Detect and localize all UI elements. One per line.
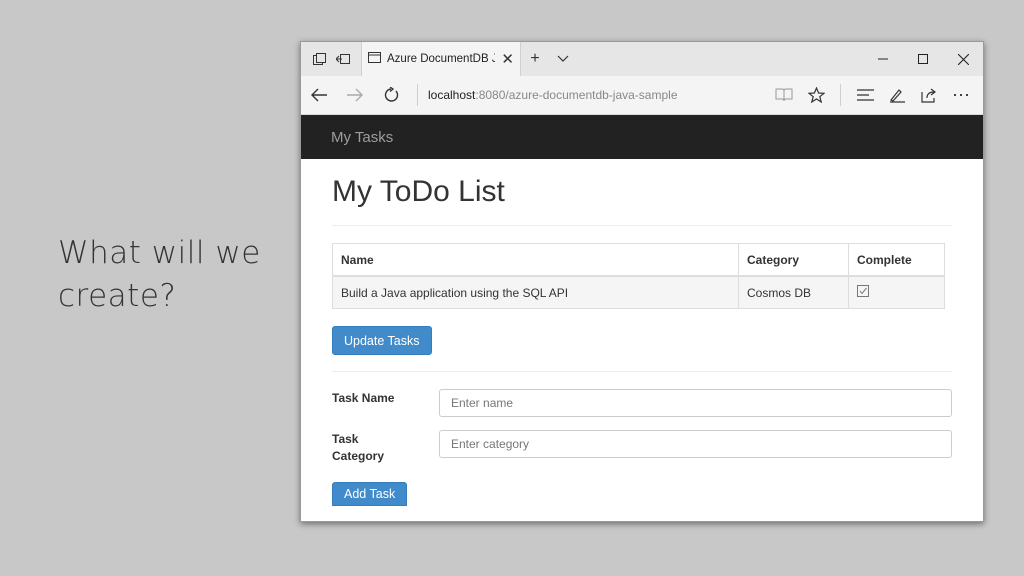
- tab-active[interactable]: Azure DocumentDB Jav ✕: [361, 42, 521, 76]
- new-tab-icon[interactable]: +: [521, 42, 549, 76]
- task-name-input[interactable]: [439, 389, 952, 417]
- update-tasks-button[interactable]: Update Tasks: [332, 326, 432, 355]
- task-category-input[interactable]: [439, 430, 952, 458]
- more-icon[interactable]: ⋯: [945, 85, 977, 106]
- reading-view-icon[interactable]: [768, 88, 800, 102]
- column-header-category: Category: [738, 243, 849, 277]
- add-task-button[interactable]: Add Task: [332, 482, 408, 506]
- page-icon: [368, 52, 381, 66]
- tab-title: Azure DocumentDB Jav: [387, 53, 495, 65]
- close-window-icon[interactable]: [943, 42, 983, 76]
- task-category-label-line2: Category: [332, 449, 385, 463]
- minimize-icon[interactable]: [863, 42, 903, 76]
- task-category-label: Task Category: [332, 430, 439, 465]
- hub-icon[interactable]: [849, 89, 881, 101]
- checkbox-checked-icon[interactable]: [857, 285, 870, 298]
- chevron-down-icon[interactable]: [549, 42, 577, 76]
- task-name-label: Task Name: [332, 391, 395, 405]
- maximize-icon[interactable]: [903, 42, 943, 76]
- column-header-name: Name: [332, 243, 739, 277]
- tab-bar-spacer: [577, 42, 863, 76]
- tab-bar: Azure DocumentDB Jav ✕ +: [301, 42, 983, 76]
- back-arrow-icon[interactable]: [301, 88, 337, 102]
- site-navbar: My Tasks: [301, 115, 983, 159]
- forward-arrow-icon[interactable]: [337, 88, 373, 102]
- star-icon[interactable]: [800, 87, 832, 103]
- url-field[interactable]: localhost:8080/azure-documentdb-java-sam…: [417, 84, 768, 106]
- section-divider: [332, 371, 952, 372]
- url-path: :8080/azure-documentdb-java-sample: [475, 88, 678, 102]
- column-header-complete: Complete: [848, 243, 945, 277]
- tab-preview-icon[interactable]: [307, 42, 331, 76]
- task-name-row: Task Name: [332, 389, 952, 417]
- toolbar-divider: [840, 84, 841, 106]
- share-icon[interactable]: [913, 88, 945, 103]
- table-row: Build a Java application using the SQL A…: [332, 275, 945, 309]
- page-title: My ToDo List: [332, 175, 952, 226]
- url-host: localhost: [428, 88, 476, 102]
- page-content: My ToDo List Name Category Complete Buil…: [301, 175, 983, 506]
- browser-window: Azure DocumentDB Jav ✕ + localhost:8080/…: [300, 41, 984, 522]
- close-tab-icon[interactable]: ✕: [501, 50, 514, 68]
- address-bar: localhost:8080/azure-documentdb-java-sam…: [301, 76, 983, 115]
- slide-title: What will we create?: [58, 235, 261, 314]
- task-complete-cell: [848, 275, 945, 309]
- navbar-brand[interactable]: My Tasks: [331, 129, 393, 146]
- set-aside-tabs-icon[interactable]: [331, 42, 355, 76]
- refresh-icon[interactable]: [373, 87, 409, 103]
- task-name-cell: Build a Java application using the SQL A…: [332, 275, 739, 309]
- task-category-cell: Cosmos DB: [738, 275, 849, 309]
- task-category-row: Task Category: [332, 430, 952, 465]
- tasks-table: Name Category Complete Build a Java appl…: [332, 243, 945, 309]
- table-header-row: Name Category Complete: [332, 243, 945, 277]
- task-category-label-line1: Task: [332, 432, 359, 446]
- web-note-icon[interactable]: [881, 87, 913, 103]
